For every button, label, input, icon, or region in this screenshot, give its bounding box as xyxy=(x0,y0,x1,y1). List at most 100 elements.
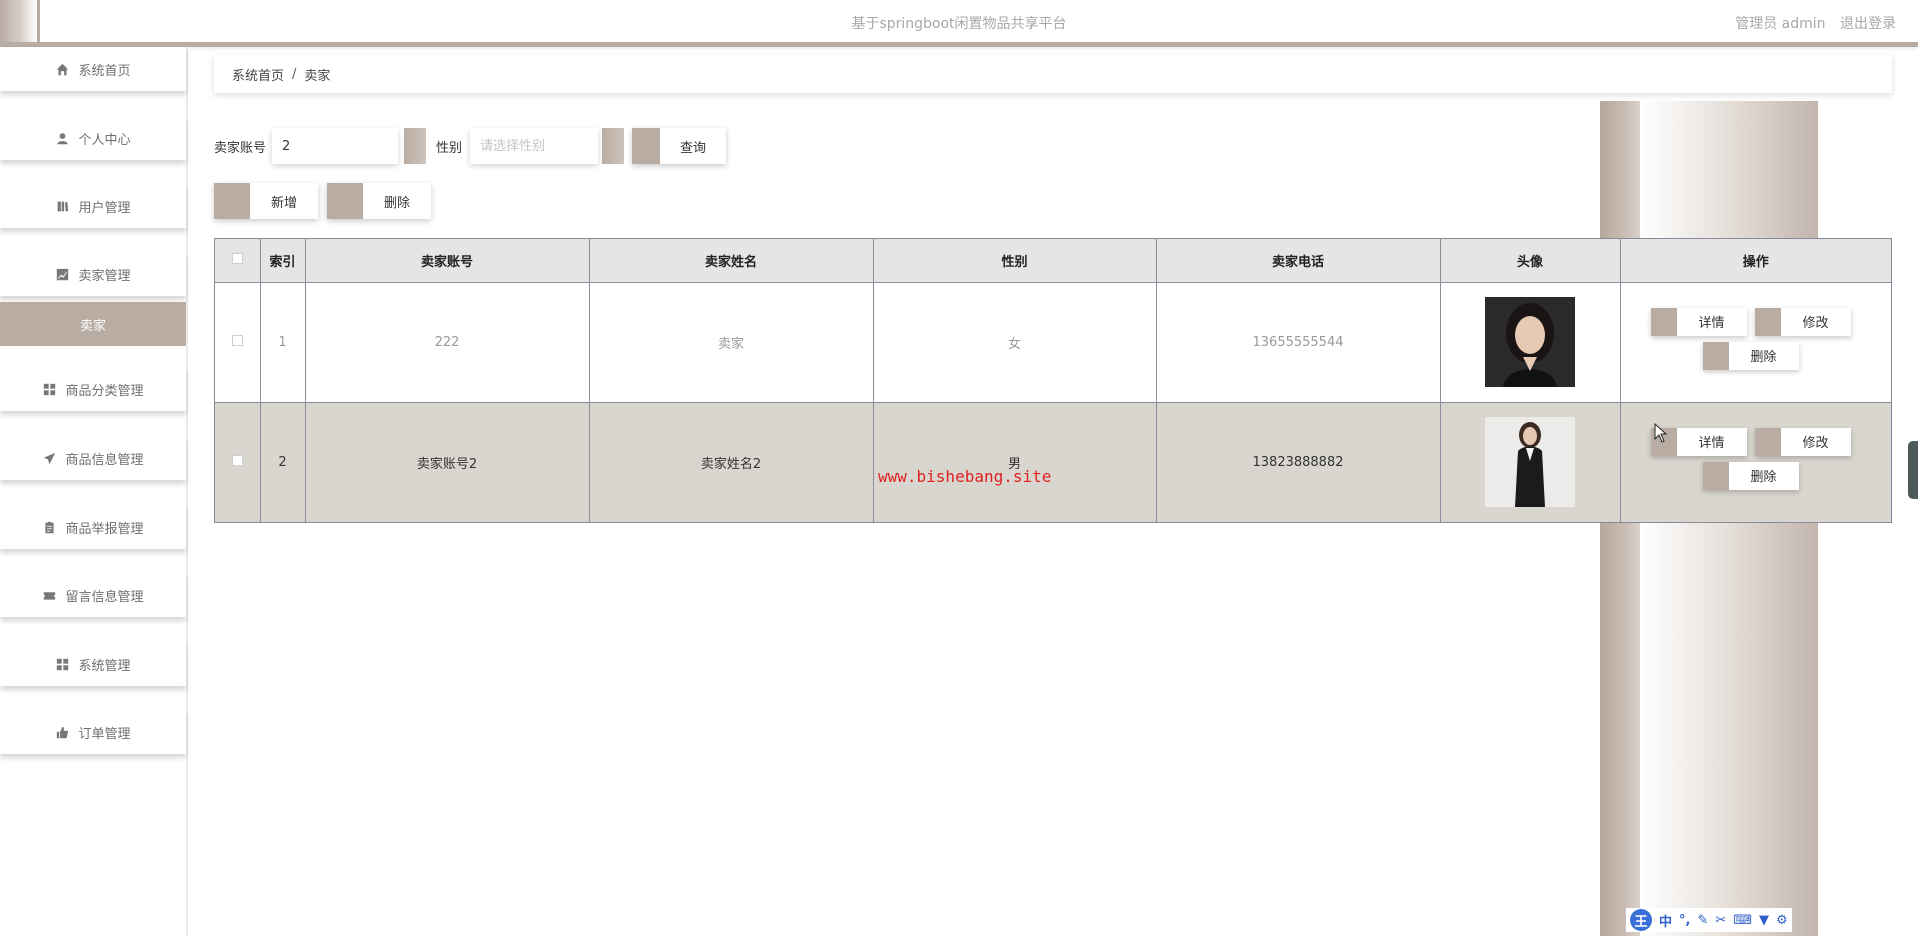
index-cell: 2 xyxy=(260,402,306,522)
user-icon xyxy=(55,131,69,145)
gender-select[interactable] xyxy=(470,128,598,164)
button-accent xyxy=(1702,341,1729,370)
add-button-label: 新增 xyxy=(270,195,297,211)
column-header: 索引 xyxy=(260,239,306,283)
businesswoman-avatar[interactable] xyxy=(1485,417,1575,507)
phone-cell: 13655555544 xyxy=(1156,282,1441,403)
input-suffix-decoration xyxy=(404,128,426,164)
phone-cell: 13823888882 xyxy=(1156,402,1441,522)
detail-button[interactable]: 详情 xyxy=(1650,307,1747,336)
button-accent xyxy=(632,128,660,164)
button-accent xyxy=(214,183,250,219)
sidebar-item-product-info-management[interactable]: 商品信息管理 xyxy=(0,436,186,480)
breadcrumb-current: 卖家 xyxy=(304,68,331,84)
sidebar-item-home[interactable]: 系统首页 xyxy=(0,47,186,91)
button-accent xyxy=(1754,307,1781,336)
breadcrumb-home[interactable]: 系统首页 xyxy=(232,65,284,84)
sidebar-item-report-management[interactable]: 商品举报管理 xyxy=(0,505,186,549)
row-delete-button[interactable]: 删除 xyxy=(1702,461,1799,490)
gender-cell: 女 xyxy=(873,282,1157,403)
seller-account-label: 卖家账号 xyxy=(214,141,267,156)
punctuation-icon[interactable]: °, xyxy=(1679,913,1690,928)
edit-button[interactable]: 修改 xyxy=(1754,307,1851,336)
operations-cell: 详情 修改 删除 xyxy=(1620,282,1891,403)
sidebar-item-seller-management[interactable]: 卖家管理 xyxy=(0,252,186,296)
user-info: 管理员 admin 退出登录 xyxy=(1725,13,1896,33)
row-checkbox[interactable] xyxy=(231,334,243,346)
ticket-icon xyxy=(42,588,56,602)
sidebar-item-message-management[interactable]: 留言信息管理 xyxy=(0,573,186,617)
select-suffix-decoration xyxy=(602,128,624,164)
avatar-cell xyxy=(1440,402,1621,522)
column-header: 卖家账号 xyxy=(305,239,590,283)
account-cell: 卖家账号2 xyxy=(305,402,590,522)
sidebar-item-label: 系统管理 xyxy=(78,658,131,674)
sidebar-item-label: 用户管理 xyxy=(78,200,131,216)
avatar-cell xyxy=(1440,282,1621,403)
column-header: 卖家姓名 xyxy=(589,239,874,283)
gear-icon[interactable]: ⚙ xyxy=(1776,913,1788,928)
ime-mode-toggle[interactable]: 中 xyxy=(1659,911,1672,930)
sidebar-item-category-management[interactable]: 商品分类管理 xyxy=(0,367,186,411)
column-header: 性别 xyxy=(873,239,1157,283)
edit-button-label: 修改 xyxy=(1802,436,1829,451)
ime-toolbar: 王 中 °, ✎ ✂ ⌨ ▼ ⚙ xyxy=(1626,908,1792,932)
scissors-icon[interactable]: ✂ xyxy=(1715,913,1726,928)
name-cell: 卖家姓名2 xyxy=(589,402,874,522)
app-title: 基于springboot闲置物品共享平台 xyxy=(851,16,1067,32)
batch-delete-button[interactable]: 删除 xyxy=(327,183,431,219)
shirt-icon[interactable]: ▼ xyxy=(1759,913,1769,928)
top-header: 基于springboot闲置物品共享平台 管理员 admin 退出登录 xyxy=(0,0,1918,47)
sidebar-item-label: 个人中心 xyxy=(78,132,131,148)
sidebar-item-personal-center[interactable]: 个人中心 xyxy=(0,116,186,160)
sidebar-item-label: 留言信息管理 xyxy=(65,589,144,605)
column-header: 头像 xyxy=(1440,239,1621,283)
gender-label: 性别 xyxy=(436,141,463,156)
query-button[interactable]: 查询 xyxy=(632,128,726,164)
query-button-label: 查询 xyxy=(679,140,706,156)
user-role-label: 管理员 admin xyxy=(1735,16,1826,32)
select-all-cell[interactable] xyxy=(215,239,261,283)
sidebar-subitem-seller[interactable]: 卖家 xyxy=(0,302,186,346)
seller-account-input[interactable] xyxy=(272,128,398,164)
breadcrumb-separator: / xyxy=(292,66,297,82)
edit-button[interactable]: 修改 xyxy=(1754,427,1851,456)
keyboard-icon[interactable]: ⌨ xyxy=(1733,913,1752,928)
delete-button-label: 删除 xyxy=(1750,470,1777,485)
button-accent xyxy=(1650,307,1677,336)
account-cell: 222 xyxy=(305,282,590,403)
grid-icon xyxy=(42,382,56,396)
edit-button-label: 修改 xyxy=(1802,316,1829,331)
sidebar-item-order-management[interactable]: 订单管理 xyxy=(0,710,186,754)
side-float-tab[interactable] xyxy=(1908,441,1918,499)
sidebar: 系统首页 个人中心 用户管理 卖家管理 卖家 商品分类管理 商品信息管理 商品举… xyxy=(0,47,188,936)
sidebar-item-system-management[interactable]: 系统管理 xyxy=(0,642,186,686)
table-row[interactable]: 2 卖家账号2 卖家姓名2 男 13823888882 详情 修改 删除 xyxy=(215,402,1891,522)
watermark-text: www.bishebang.site xyxy=(878,467,1052,486)
book-icon xyxy=(55,199,69,213)
sidebar-item-label: 商品举报管理 xyxy=(65,521,144,537)
chart-icon xyxy=(55,267,69,281)
ime-logo-icon[interactable]: 王 xyxy=(1630,909,1652,931)
pen-icon[interactable]: ✎ xyxy=(1697,913,1708,928)
add-button[interactable]: 新增 xyxy=(214,183,318,219)
clipboard-icon xyxy=(42,520,56,534)
button-accent xyxy=(1754,427,1781,456)
row-select-cell[interactable] xyxy=(215,402,261,522)
sidebar-item-label: 商品分类管理 xyxy=(65,383,144,399)
button-accent xyxy=(327,183,363,219)
detail-button-label: 详情 xyxy=(1698,436,1725,451)
table-row[interactable]: 1 222 卖家 女 13655555544 详情 修改 删除 xyxy=(215,282,1891,403)
sidebar-item-user-management[interactable]: 用户管理 xyxy=(0,184,186,228)
logout-link[interactable]: 退出登录 xyxy=(1840,16,1896,32)
female-avatar[interactable] xyxy=(1485,297,1575,387)
sidebar-item-label: 订单管理 xyxy=(78,726,131,742)
row-checkbox[interactable] xyxy=(231,454,243,466)
row-select-cell[interactable] xyxy=(215,282,261,403)
table-header-row: 索引 卖家账号 卖家姓名 性别 卖家电话 头像 操作 xyxy=(215,239,1891,283)
delete-button-label: 删除 xyxy=(1750,350,1777,365)
delete-button-label: 删除 xyxy=(383,195,410,211)
gender-cell: 男 xyxy=(873,402,1157,522)
select-all-checkbox[interactable] xyxy=(231,252,243,264)
row-delete-button[interactable]: 删除 xyxy=(1702,341,1799,370)
